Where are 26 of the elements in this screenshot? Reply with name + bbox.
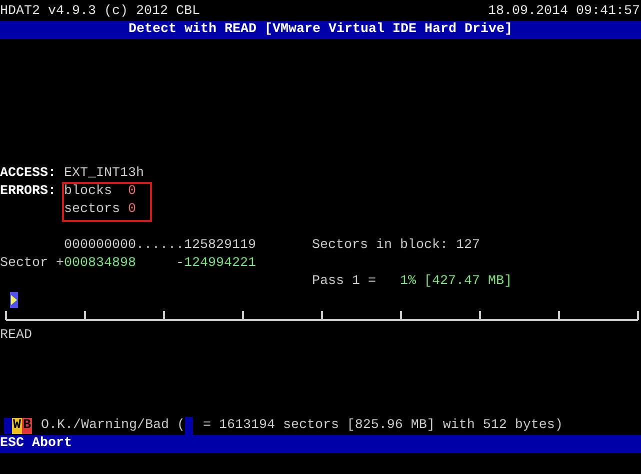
- block-size-label: Sectors in block: 127: [312, 237, 480, 255]
- sector-label: Sector: [0, 255, 48, 273]
- sign: -: [176, 255, 184, 273]
- error-count: 0: [128, 183, 136, 201]
- sectors-remaining: 124994221: [184, 255, 256, 273]
- legend-swatch: B: [22, 418, 32, 434]
- shortcut-key: ESC: [0, 435, 24, 453]
- error-name: sectors: [64, 201, 120, 219]
- legend-label: O.K./Warning/Bad (: [41, 417, 185, 435]
- error-count: 0: [128, 201, 136, 219]
- sign: +: [56, 255, 64, 273]
- pass-label: Pass 1 =: [312, 273, 376, 291]
- sector-range: 000000000......125829119: [64, 237, 256, 255]
- sectors-done: 000834898: [64, 255, 136, 273]
- date-time: 18.09.2014 09:41:57: [488, 3, 640, 21]
- abort-label: Abort: [32, 435, 72, 453]
- access-label: ACCESS:: [0, 165, 56, 183]
- error-name: blocks: [64, 183, 112, 201]
- legend-description: = 1613194 sectors [825.96 MB] with 512 bytes): [202, 417, 563, 435]
- errors-label: ERRORS:: [0, 183, 56, 201]
- operation-label: READ: [0, 327, 32, 345]
- access-value: EXT_INT13h: [64, 165, 144, 183]
- pass-reading: 1% [427.47 MB]: [400, 273, 512, 291]
- app-title: HDAT2 v4.9.3 (c) 2012 CBL: [0, 3, 200, 21]
- window-title: Detect with READ [VMware Virtual IDE Hard Drive]: [128, 21, 512, 39]
- legend-swatch: W: [12, 418, 22, 434]
